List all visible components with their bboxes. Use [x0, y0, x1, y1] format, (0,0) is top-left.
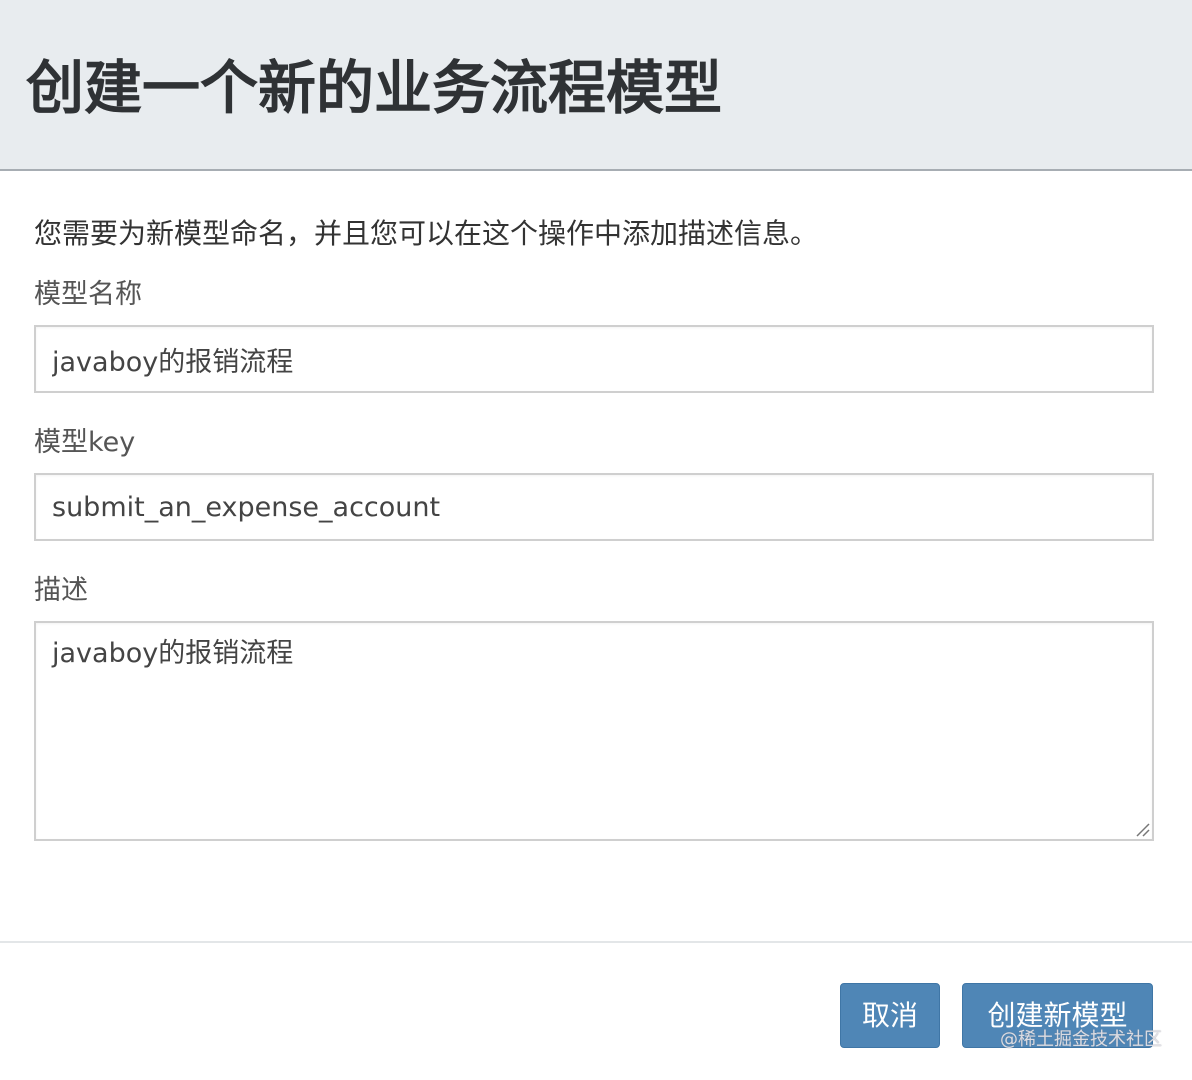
model-name-label: 模型名称: [34, 279, 142, 310]
cancel-button[interactable]: 取消: [840, 983, 940, 1048]
model-key-label: 模型key: [34, 427, 136, 458]
resize-handle-icon[interactable]: [1134, 821, 1150, 837]
model-name-input[interactable]: [34, 325, 1154, 393]
intro-text: 您需要为新模型命名，并且您可以在这个操作中添加描述信息。: [34, 217, 819, 250]
watermark: @稀土掘金技术社区: [1000, 1029, 1162, 1050]
dialog-title: 创建一个新的业务流程模型: [26, 54, 723, 122]
footer-divider: [0, 941, 1192, 943]
create-model-dialog: 创建一个新的业务流程模型 您需要为新模型命名，并且您可以在这个操作中添加描述信息…: [0, 0, 1192, 1080]
model-key-input[interactable]: [34, 473, 1154, 541]
description-label: 描述: [34, 575, 88, 606]
description-textarea[interactable]: javaboy的报销流程: [34, 621, 1154, 841]
dialog-header: 创建一个新的业务流程模型: [0, 0, 1192, 171]
